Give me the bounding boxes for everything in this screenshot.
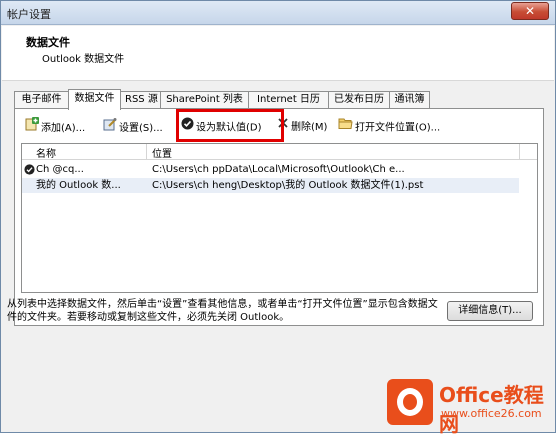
- folder-icon: [338, 117, 353, 138]
- remove-button-label: 删除(M): [291, 122, 328, 133]
- window-title: 帐户设置: [7, 8, 51, 21]
- checkmark-icon: [181, 117, 194, 138]
- tab-rss-feeds[interactable]: RSS 源: [120, 91, 161, 109]
- tab-published-calendars[interactable]: 已发布日历: [328, 91, 390, 109]
- close-icon: ✕: [524, 4, 536, 18]
- settings-button[interactable]: 设置(S)...: [103, 117, 163, 137]
- column-header-location[interactable]: 位置: [152, 145, 172, 160]
- open-file-location-label: 打开文件位置(O)...: [355, 122, 441, 134]
- details-button[interactable]: 详细信息(T)...: [447, 301, 533, 321]
- watermark-url: www.office26.com: [441, 407, 542, 420]
- office-logo-icon: [387, 379, 433, 425]
- add-button[interactable]: 添加(A)...: [25, 117, 85, 137]
- delete-x-icon: [277, 117, 289, 137]
- column-header-name[interactable]: 名称: [36, 145, 56, 160]
- data-file-location: C:\Users\ch heng\Desktop\我的 Outlook 数据文件…: [152, 180, 424, 191]
- data-files-list[interactable]: 名称 位置 Ch @cq... C:\Users\ch ppData\Local…: [21, 143, 538, 293]
- data-files-panel: 添加(A)... 设置(S)... 设为默认值(D) 删除(M) 打开文件位置(…: [14, 108, 544, 326]
- settings-icon: [103, 117, 117, 139]
- close-button[interactable]: ✕: [511, 2, 549, 20]
- list-item[interactable]: Ch @cq... C:\Users\ch ppData\Local\Micro…: [22, 162, 519, 177]
- remove-button[interactable]: 删除(M): [277, 117, 327, 137]
- data-file-location: C:\Users\ch ppData\Local\Microsoft\Outlo…: [152, 164, 405, 175]
- tab-address-books[interactable]: 通讯簿: [389, 91, 430, 109]
- column-separator[interactable]: [519, 144, 520, 160]
- open-file-location-button[interactable]: 打开文件位置(O)...: [338, 117, 440, 137]
- settings-button-label: 设置(S)...: [119, 123, 163, 134]
- tab-email[interactable]: 电子邮件: [14, 91, 69, 109]
- tab-data-files[interactable]: 数据文件: [68, 89, 121, 110]
- data-file-name: Ch @cq...: [36, 164, 84, 175]
- title-bar[interactable]: 帐户设置 ✕: [1, 1, 555, 25]
- add-file-icon: [25, 117, 39, 139]
- tab-strip: 电子邮件 数据文件 RSS 源 SharePoint 列表 Internet 日…: [14, 89, 544, 110]
- watermark: Office教程网 www.office26.com: [381, 373, 551, 436]
- header-subtitle: Outlook 数据文件: [42, 54, 125, 65]
- toolbar: 添加(A)... 设置(S)... 设为默认值(D) 删除(M) 打开文件位置(…: [15, 117, 543, 137]
- help-description: 从列表中选择数据文件，然后单击“设置”查看其他信息，或者单击“打开文件位置”显示…: [7, 299, 438, 323]
- add-button-label: 添加(A)...: [41, 123, 86, 134]
- list-header: 名称 位置: [22, 144, 537, 160]
- header-title: 数据文件: [26, 36, 70, 49]
- dialog-header: 数据文件 Outlook 数据文件: [2, 26, 554, 81]
- set-default-button[interactable]: 设为默认值(D): [181, 117, 262, 137]
- data-file-name: 我的 Outlook 数...: [36, 180, 121, 191]
- tab-internet-calendars[interactable]: Internet 日历: [248, 91, 329, 109]
- tab-sharepoint-lists[interactable]: SharePoint 列表: [160, 91, 249, 109]
- list-item[interactable]: 我的 Outlook 数... C:\Users\ch heng\Desktop…: [22, 178, 519, 193]
- set-default-button-label: 设为默认值(D): [196, 122, 262, 134]
- office-logo-ring: [397, 388, 423, 416]
- column-separator[interactable]: [146, 144, 147, 160]
- account-settings-window: 帐户设置 ✕ 数据文件 Outlook 数据文件 电子邮件 数据文件 RSS 源…: [0, 0, 556, 436]
